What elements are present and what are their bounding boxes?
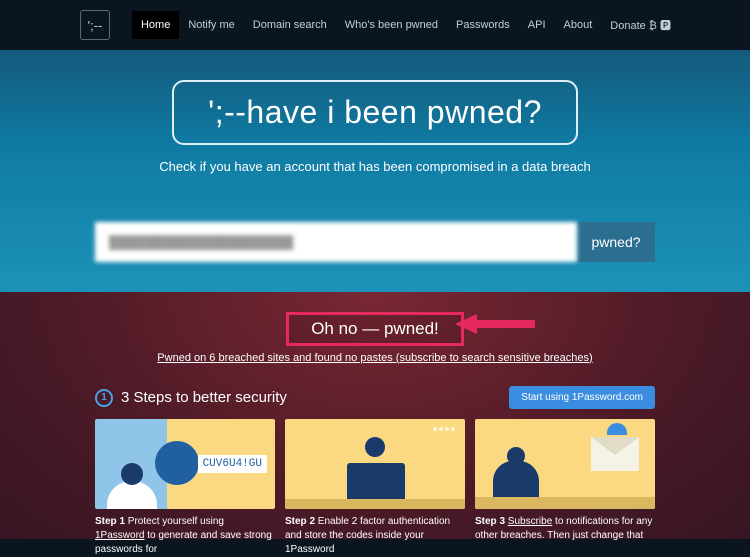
step-1-illustration: CUV6U4!GU — [95, 419, 275, 509]
nav-api[interactable]: API — [519, 11, 555, 39]
step-2-illustration — [285, 419, 465, 509]
site-subtitle: Check if you have an account that has be… — [159, 159, 590, 174]
subscribe-sensitive-link[interactable]: subscribe to search sensitive breaches — [399, 352, 589, 364]
nav-whos-been-pwned[interactable]: Who's been pwned — [336, 11, 447, 39]
site-logo[interactable]: ';-- — [80, 10, 110, 40]
email-search-input[interactable] — [95, 222, 577, 262]
nav-home[interactable]: Home — [132, 11, 179, 39]
pwned-check-button[interactable]: pwned? — [577, 222, 655, 262]
step-3-illustration — [475, 419, 655, 509]
steps-cards: CUV6U4!GU Step 1 Protect yourself using … — [95, 419, 655, 557]
pwned-result-headline: Oh no — pwned! — [286, 312, 464, 346]
onepassword-icon: 1 — [95, 389, 113, 407]
step-card-3: Step 3 Subscribe to notifications for an… — [475, 419, 655, 557]
annotation-arrow-icon — [455, 312, 535, 336]
result-section: Oh no — pwned! Pwned on 6 breached sites… — [0, 292, 750, 539]
nav-about[interactable]: About — [555, 11, 602, 39]
pwned-result-detail: Pwned on 6 breached sites and found no p… — [157, 352, 592, 364]
nav-donate[interactable]: Donate ₿ 🅿 — [601, 9, 680, 41]
subscribe-link[interactable]: Subscribe — [508, 516, 552, 527]
steps-header: 1 3 Steps to better security Start using… — [95, 386, 655, 409]
hero-section: ';--have i been pwned? Check if you have… — [0, 50, 750, 292]
onepassword-link[interactable]: 1Password — [95, 530, 144, 541]
step-card-1: CUV6U4!GU Step 1 Protect yourself using … — [95, 419, 275, 557]
nav-passwords[interactable]: Passwords — [447, 11, 519, 39]
steps-title: 3 Steps to better security — [121, 389, 287, 406]
search-form: pwned? — [95, 222, 655, 262]
step-1-text: Step 1 Protect yourself using 1Password … — [95, 515, 275, 557]
main-nav: Home Notify me Domain search Who's been … — [132, 9, 680, 41]
password-tag: CUV6U4!GU — [198, 455, 267, 473]
step-card-2: Step 2 Enable 2 factor authentication an… — [285, 419, 465, 557]
step-2-text: Step 2 Enable 2 factor authentication an… — [285, 515, 465, 557]
top-nav-bar: ';-- Home Notify me Domain search Who's … — [0, 0, 750, 50]
nav-notify-me[interactable]: Notify me — [179, 11, 243, 39]
nav-domain-search[interactable]: Domain search — [244, 11, 336, 39]
start-1password-button[interactable]: Start using 1Password.com — [509, 386, 655, 409]
site-title: ';--have i been pwned? — [172, 80, 578, 145]
